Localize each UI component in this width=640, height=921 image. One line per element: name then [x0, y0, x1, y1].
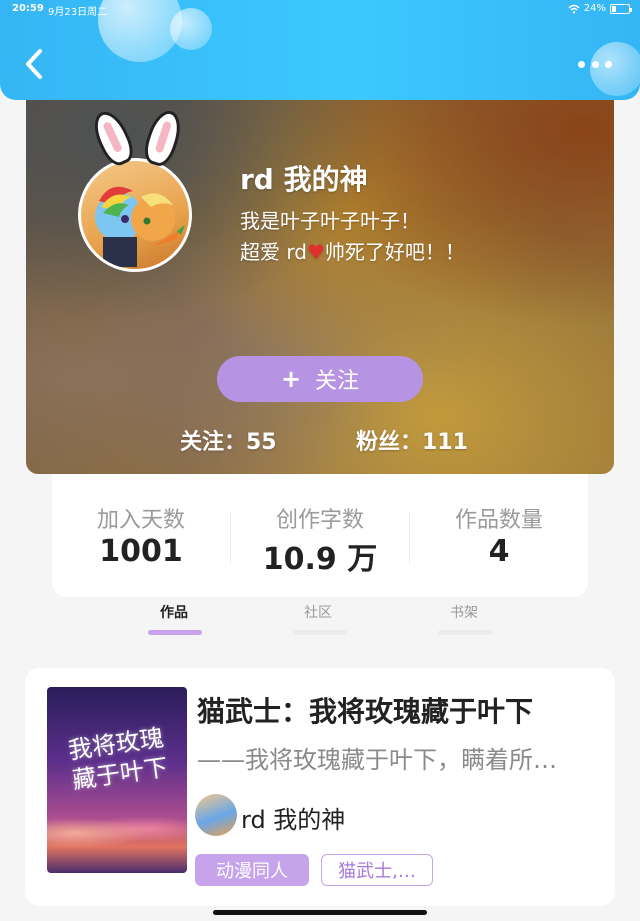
stat-label: 创作字数 [275, 508, 364, 533]
profile-username: rd 我的神 [240, 163, 368, 196]
battery-percent: 24% [583, 3, 606, 14]
stat-label: 加入天数 [96, 508, 185, 533]
chevron-left-icon [26, 49, 42, 79]
bio-text: 帅死了好吧！！ [324, 240, 465, 264]
following-count[interactable]: 关注：55 [180, 424, 277, 456]
bio-text: 超爱 rd [240, 240, 307, 264]
stat-work-count: 作品数量 4 [410, 474, 588, 597]
status-bar: 20:59 9月23日周二 24% [0, 0, 640, 20]
tab-community[interactable]: 社区 [304, 602, 332, 622]
work-cover-image[interactable]: 我将玫瑰藏于叶下 [47, 687, 187, 873]
bio-line: 超爱 rd♥帅死了好吧！！ [240, 237, 465, 268]
content-tabs: 作品 社区 书架 [0, 598, 640, 642]
avatar[interactable] [78, 158, 192, 272]
author-avatar[interactable] [195, 794, 237, 836]
status-indicators: 24% [568, 3, 632, 14]
work-subtitle: ——我将玫瑰藏于叶下，瞒着所… [197, 746, 557, 774]
fans-count[interactable]: 粉丝：111 [356, 424, 468, 456]
stat-value: 1001 [99, 534, 183, 569]
stat-word-count: 创作字数 10.9 万 [231, 474, 409, 597]
plus-icon: + [280, 365, 302, 393]
profile-bio: 我是叶子叶子叶子！ 超爱 rd♥帅死了好吧！！ [240, 206, 465, 268]
more-options-button[interactable] [578, 58, 612, 70]
more-dots-icon [591, 60, 599, 68]
tag-fandom[interactable]: 猫武士,… [321, 854, 433, 886]
follow-button-label: 关注 [315, 369, 360, 394]
more-dots-icon [605, 60, 612, 68]
cover-title-text: 我将玫瑰藏于叶下 [66, 723, 170, 795]
wifi-icon [568, 4, 580, 13]
work-title[interactable]: 猫武士：我将玫瑰藏于叶下 [197, 690, 533, 730]
work-card[interactable]: 我将玫瑰藏于叶下 猫武士：我将玫瑰藏于叶下 ——我将玫瑰藏于叶下，瞒着所… rd… [25, 668, 615, 906]
tab-indicator-active [148, 630, 202, 635]
tab-indicator [293, 630, 347, 635]
tab-works[interactable]: 作品 [160, 602, 188, 622]
tab-bookshelf[interactable]: 书架 [450, 602, 478, 622]
profile-hero: rd 我的神 我是叶子叶子叶子！ 超爱 rd♥帅死了好吧！！ + 关注 关注：5… [26, 92, 614, 474]
stat-value: 4 [488, 534, 510, 569]
status-date: 9月23日周二 [48, 7, 108, 18]
bunny-ear-decoration [140, 106, 186, 170]
stats-panel: 加入天数 1001 创作字数 10.9 万 作品数量 4 [52, 474, 588, 597]
stat-join-days: 加入天数 1001 [52, 474, 230, 597]
status-time: 20:59 [12, 3, 44, 14]
back-button[interactable] [22, 48, 50, 80]
heart-icon: ♥ [306, 240, 325, 264]
cover-clouds [47, 809, 187, 849]
more-dots-icon [578, 60, 585, 68]
tag-category[interactable]: 动漫同人 [195, 854, 309, 886]
bio-line: 我是叶子叶子叶子！ [240, 209, 420, 233]
tab-indicator [438, 630, 492, 635]
stat-label: 作品数量 [454, 508, 543, 533]
stat-value: 10.9 万 [262, 542, 378, 577]
pony-avatar-icon [95, 186, 185, 267]
author-name[interactable]: rd 我的神 [241, 800, 345, 835]
battery-icon [610, 3, 632, 14]
follow-button[interactable]: + 关注 [217, 356, 423, 402]
top-header: 20:59 9月23日周二 24% [0, 0, 640, 100]
home-indicator [213, 910, 427, 915]
